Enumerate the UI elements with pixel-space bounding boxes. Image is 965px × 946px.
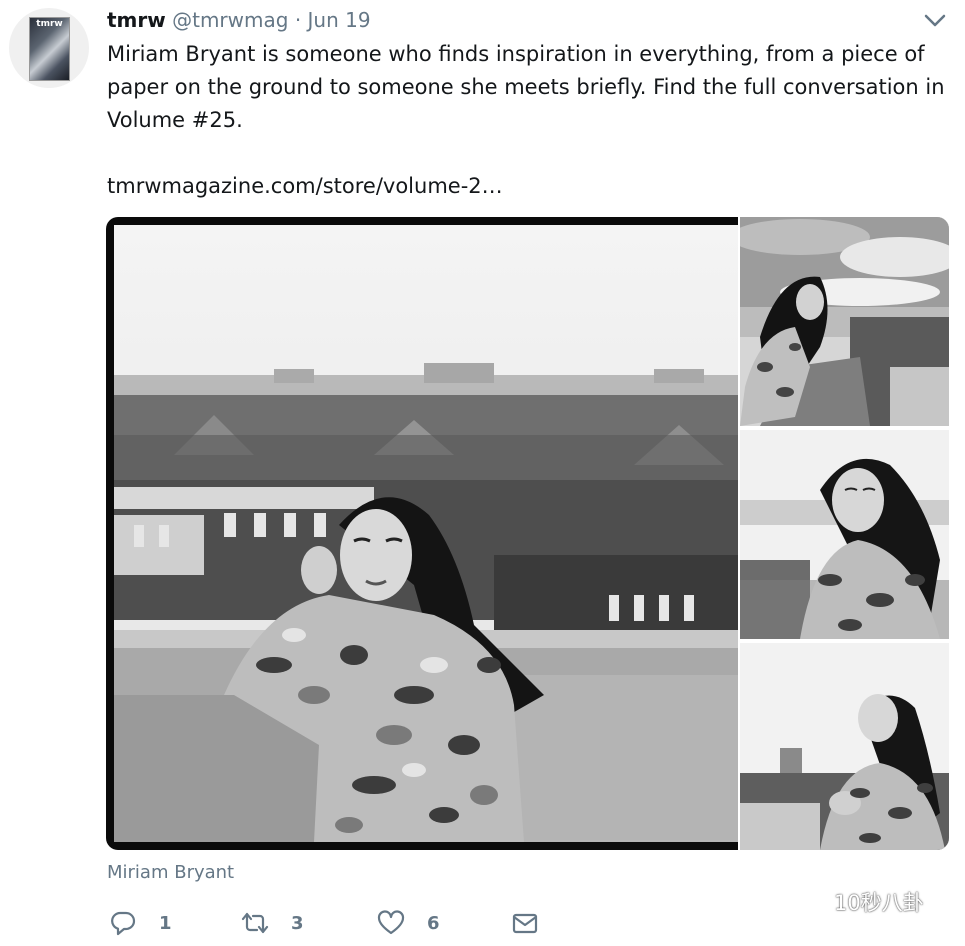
- watermark-text: 10秒八卦: [834, 891, 924, 915]
- author-name[interactable]: tmrw: [107, 8, 166, 32]
- retweet-button[interactable]: 3: [241, 906, 304, 940]
- tweet-date[interactable]: Jun 19: [308, 8, 371, 32]
- tweet-link[interactable]: tmrwmagazine.com/store/volume-2…: [107, 170, 947, 203]
- chevron-down-icon[interactable]: [924, 14, 946, 28]
- avatar[interactable]: tmrw: [9, 8, 89, 88]
- retweet-count: 3: [291, 912, 304, 934]
- author-handle[interactable]: @tmrwmag: [172, 8, 288, 32]
- watermark: 10秒八卦: [790, 887, 924, 917]
- avatar-cover-title: tmrw: [36, 19, 63, 29]
- media-photo-4[interactable]: [740, 643, 949, 850]
- media-caption[interactable]: Miriam Bryant: [107, 862, 234, 883]
- reply-icon: [111, 911, 136, 936]
- envelope-icon: [512, 913, 538, 934]
- media-photo-3[interactable]: [740, 430, 949, 639]
- tweet-body: Miriam Bryant is someone who finds inspi…: [107, 42, 945, 132]
- rooftop-photo-image: [114, 225, 738, 842]
- avatar-magazine-cover: tmrw: [29, 17, 70, 81]
- reply-count: 1: [159, 912, 172, 934]
- tweet-header: tmrw @tmrwmag · Jun 19: [107, 7, 371, 33]
- media-photo-main[interactable]: [106, 217, 738, 850]
- retweet-icon: [241, 912, 269, 934]
- rooftop-side-photo-image: [740, 217, 949, 426]
- portrait-side-photo-image: [740, 430, 949, 639]
- tweet-card[interactable]: tmrw tmrw @tmrwmag · Jun 19 Miriam Bryan…: [0, 0, 965, 946]
- media-photo-2[interactable]: [740, 217, 949, 426]
- header-separator: ·: [294, 8, 302, 32]
- looking-up-side-photo-image: [740, 643, 949, 850]
- media-grid: [106, 217, 949, 850]
- reply-button[interactable]: 1: [109, 906, 172, 940]
- like-count: 6: [427, 912, 440, 934]
- wechat-icon: [791, 890, 826, 914]
- like-button[interactable]: 6: [377, 906, 440, 940]
- heart-icon: [377, 910, 405, 935]
- direct-message-button[interactable]: [511, 906, 539, 940]
- tweet-text: Miriam Bryant is someone who finds inspi…: [107, 38, 947, 203]
